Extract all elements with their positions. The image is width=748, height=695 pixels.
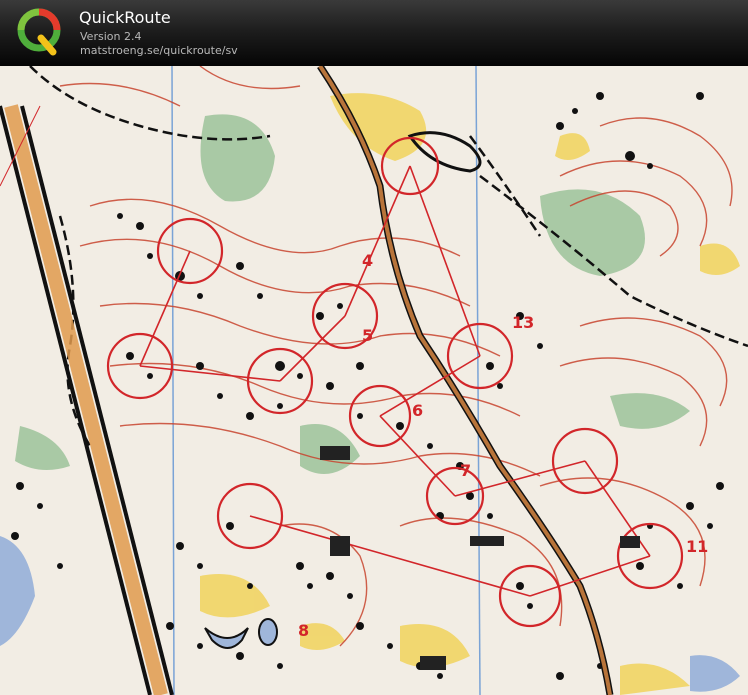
control-number: 11: [686, 537, 708, 556]
orienteering-map[interactable]: 4 5 6 7 8 11 13: [0, 66, 748, 695]
control-number: 8: [298, 621, 309, 640]
control-number: 7: [460, 461, 471, 480]
app-version: Version 2.4: [80, 30, 142, 43]
app-title: QuickRoute: [79, 8, 171, 27]
pond-symbol: [258, 618, 278, 646]
app-url: matstroeng.se/quickroute/sv: [80, 44, 238, 57]
control-number: 4: [362, 251, 373, 270]
quickroute-logo-icon: Q: [17, 8, 61, 56]
control-number: 13: [512, 313, 534, 332]
app-header: Q QuickRoute Version 2.4 matstroeng.se/q…: [0, 0, 748, 66]
control-number: 5: [362, 326, 373, 345]
map-canvas[interactable]: 4 5 6 7 8 11 13: [0, 66, 748, 695]
control-number: 6: [412, 401, 423, 420]
